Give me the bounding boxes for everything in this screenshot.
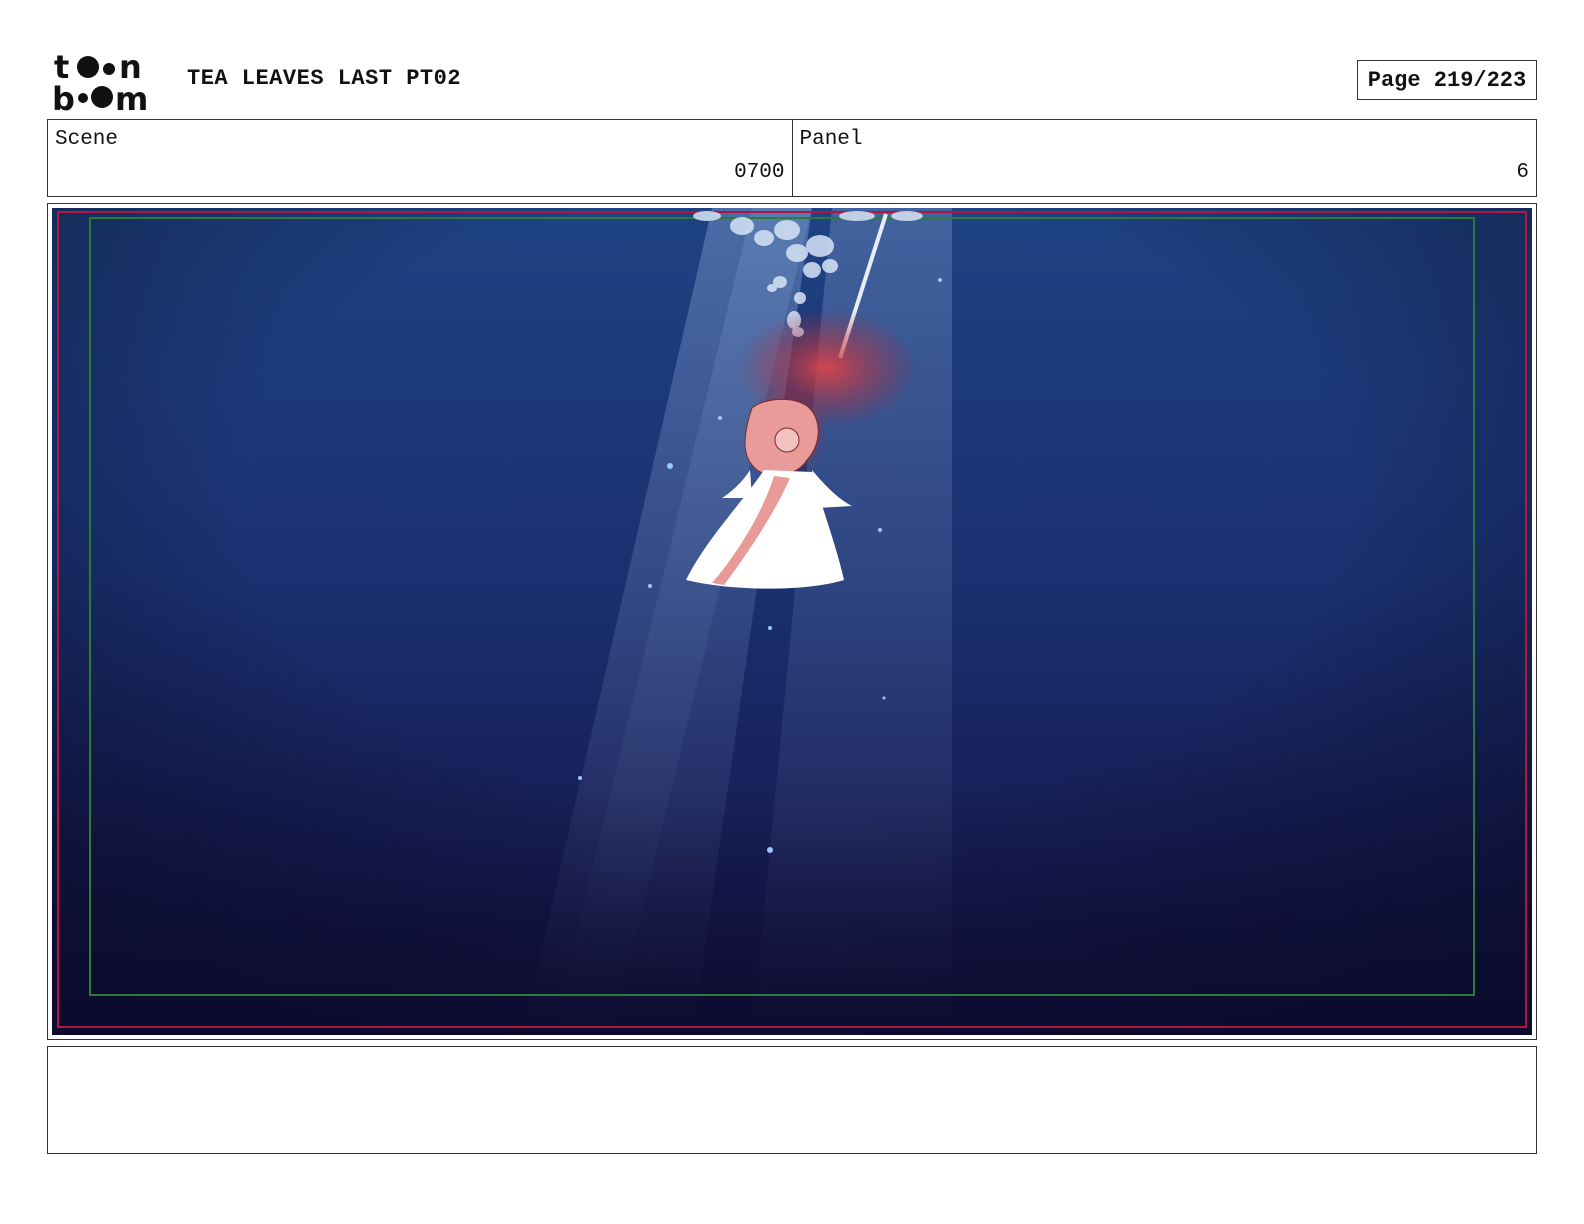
svg-text:b: b <box>52 80 75 112</box>
project-title: TEA LEAVES LAST PT02 <box>187 66 462 91</box>
caption-box <box>47 1046 1537 1154</box>
panel-artwork <box>52 208 1532 1035</box>
scene-cell: Scene 0700 <box>48 120 792 196</box>
page-number: Page 219/223 <box>1357 60 1537 100</box>
scene-value: 0700 <box>734 161 785 184</box>
page-number-label: Page 219/223 <box>1367 67 1527 93</box>
panel-label: Panel <box>799 128 863 151</box>
scene-panel-info: Scene 0700 Panel 6 <box>47 119 1537 197</box>
storyboard-panel <box>47 203 1537 1040</box>
panel-value: 6 <box>1516 161 1529 184</box>
panel-cell: Panel 6 <box>791 120 1537 196</box>
scene-label: Scene <box>55 128 119 151</box>
svg-text:m: m <box>115 80 148 112</box>
toon-boom-logo: t n b m <box>52 50 148 112</box>
